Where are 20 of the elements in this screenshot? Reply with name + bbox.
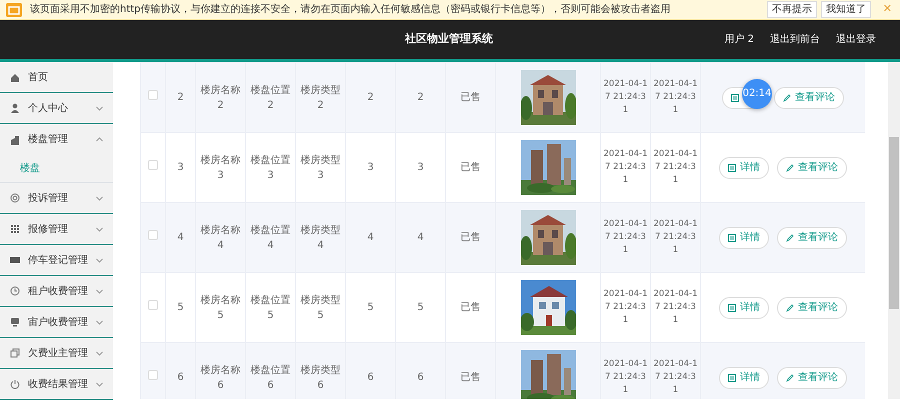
table-cell: 2021-04-17 21:24:31 — [650, 62, 700, 132]
table-cell: 4 — [396, 202, 446, 272]
table-cell: 2021-04-17 21:24:31 — [600, 62, 650, 132]
table-cell: 2 — [166, 62, 196, 132]
table-cell: 已售 — [446, 202, 496, 272]
table-cell: 2 — [346, 62, 396, 132]
table-cell: 4 — [166, 202, 196, 272]
table-cell: 已售 — [446, 62, 496, 132]
table-cell: 2021-04-17 21:24:31 — [600, 202, 650, 272]
table-cell: 楼房名称4 — [196, 202, 246, 272]
table-cell: 楼房类型2 — [296, 62, 346, 132]
table-cell: 楼盘位置4 — [246, 202, 296, 272]
table-cell: 2 — [396, 62, 446, 132]
table-cell: 楼房名称2 — [196, 62, 246, 132]
app-title: 社区物业管理系统 — [405, 31, 493, 48]
table-cell: 2021-04-17 21:24:31 — [650, 202, 700, 272]
warning-message: 该页面采用不加密的http传输协议，与你建立的连接不安全，请勿在页面内输入任何敏感信息（密码或银行卡信息等），否则可能会被攻击者盗用 — [30, 2, 672, 17]
table-cell: 楼房类型4 — [296, 202, 346, 272]
table-cell: 楼盘位置2 — [246, 62, 296, 132]
table-cell: 4 — [346, 202, 396, 272]
